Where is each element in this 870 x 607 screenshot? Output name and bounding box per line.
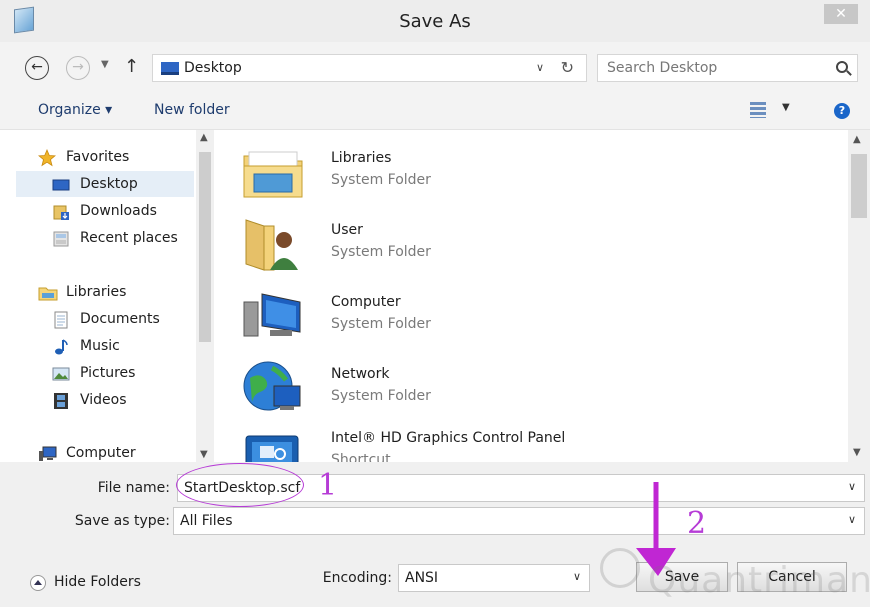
back-button[interactable]: ← [25,56,49,80]
annotation-highlight-oval [176,463,304,507]
nav-label: Downloads [80,203,157,219]
file-name: Network [331,366,390,382]
nav-item-downloads[interactable]: Downloads [0,198,196,224]
file-type: System Folder [331,244,431,260]
nav-label: Pictures [80,365,136,381]
window-title: Save As [399,11,471,32]
address-path: Desktop [184,60,242,76]
view-dropdown-icon[interactable]: ▼ [782,102,790,113]
command-toolbar: Organize ▾ New folder ▼ ? [0,92,870,130]
nav-label: Music [80,338,120,354]
scroll-down-icon[interactable]: ▼ [853,447,861,458]
nav-item-libraries[interactable]: Libraries [0,279,196,305]
forward-button[interactable]: → [66,56,90,80]
nav-label: Computer [66,445,136,461]
close-button[interactable]: ✕ [824,4,858,24]
help-icon[interactable]: ? [834,103,850,119]
user-folder-icon [242,216,300,272]
chevron-down-icon[interactable]: ∨ [848,480,856,493]
file-list-scrollbar[interactable]: ▲ ▼ [848,130,870,462]
up-button[interactable]: ↑ [124,56,139,77]
save-type-label: Save as type: [74,513,170,529]
nav-item-recent-places[interactable]: Recent places [0,225,196,251]
file-type: System Folder [331,388,431,404]
libraries-icon [242,144,303,200]
save-type-select[interactable]: All Files ∨ [173,507,865,535]
nav-item-videos[interactable]: Videos [0,387,196,413]
scroll-down-icon[interactable]: ▼ [200,449,208,460]
nav-item-computer[interactable]: Computer [0,440,196,462]
computer-icon [242,288,301,344]
chevron-down-icon[interactable]: ∨ [848,513,856,526]
nav-label: Libraries [66,284,127,300]
file-name: Computer [331,294,401,310]
file-name: Intel® HD Graphics Control Panel [331,430,566,446]
view-options-icon[interactable] [750,102,766,118]
encoding-value: ANSI [405,570,439,586]
file-item-computer[interactable]: Computer System Folder [242,284,642,348]
downloads-icon [52,203,69,220]
file-type: System Folder [331,316,431,332]
watermark-logo [600,548,640,588]
libraries-icon [38,284,58,301]
network-icon [242,360,301,416]
file-name-label: File name: [97,480,170,496]
search-box[interactable] [597,54,858,82]
pictures-icon [52,365,70,381]
watermark-text: Quantrimang [648,560,870,601]
nav-label: Recent places [80,230,178,246]
new-folder-button[interactable]: New folder [154,102,230,118]
scroll-up-icon[interactable]: ▲ [200,132,208,143]
hide-folders-label: Hide Folders [54,574,141,590]
nav-item-music[interactable]: Music [0,333,196,359]
encoding-label: Encoding: [322,570,392,586]
nav-item-pictures[interactable]: Pictures [0,360,196,386]
documents-icon [52,311,68,329]
nav-label: Desktop [80,176,138,192]
star-icon [37,148,57,167]
recent-places-icon [52,230,69,247]
search-input[interactable] [598,55,818,81]
save-type-value: All Files [180,513,233,529]
file-item-libraries[interactable]: Libraries System Folder [242,140,642,204]
file-item-user[interactable]: User System Folder [242,212,642,276]
nav-item-desktop[interactable]: Desktop [16,171,194,197]
nav-label: Videos [80,392,127,408]
file-list-pane: Libraries System Folder User System Fold… [222,130,848,462]
search-icon[interactable] [836,61,848,73]
scroll-thumb[interactable] [851,154,867,218]
desktop-icon [52,176,70,192]
address-path-box[interactable]: Desktop ∨ ↻ [152,54,587,82]
nav-label: Documents [80,311,160,327]
scroll-thumb[interactable] [199,152,211,342]
file-name: Libraries [331,150,392,166]
navigation-pane: Favorites Desktop Downloads Recent place… [0,130,218,462]
encoding-select[interactable]: ANSI ∨ [398,564,590,592]
videos-icon [52,392,68,409]
computer-icon [38,445,57,461]
music-icon [52,338,68,355]
address-bar: ← → ▼ ↑ Desktop ∨ ↻ [0,42,870,92]
recent-locations-dropdown[interactable]: ▼ [101,59,109,70]
file-item-network[interactable]: Network System Folder [242,356,642,420]
file-name: User [331,222,363,238]
navigation-scrollbar[interactable]: ▲ ▼ [196,130,214,462]
title-bar: Save As ✕ [0,0,870,42]
file-type: System Folder [331,172,431,188]
refresh-icon[interactable]: ↻ [561,58,574,77]
annotation-step-1: 1 [318,468,338,503]
intel-graphics-icon [242,424,300,462]
file-item-intel-graphics[interactable]: Intel® HD Graphics Control Panel Shortcu… [242,420,642,462]
scroll-up-icon[interactable]: ▲ [853,134,861,145]
collapse-icon [30,575,46,591]
organize-button[interactable]: Organize ▾ [38,102,112,118]
nav-label: Favorites [66,149,130,165]
file-type: Shortcut [331,452,391,462]
nav-item-documents[interactable]: Documents [0,306,196,332]
chevron-down-icon[interactable]: ∨ [573,570,581,583]
chevron-down-icon[interactable]: ∨ [536,61,544,74]
nav-item-favorites[interactable]: Favorites [0,144,196,170]
desktop-icon [161,62,179,75]
